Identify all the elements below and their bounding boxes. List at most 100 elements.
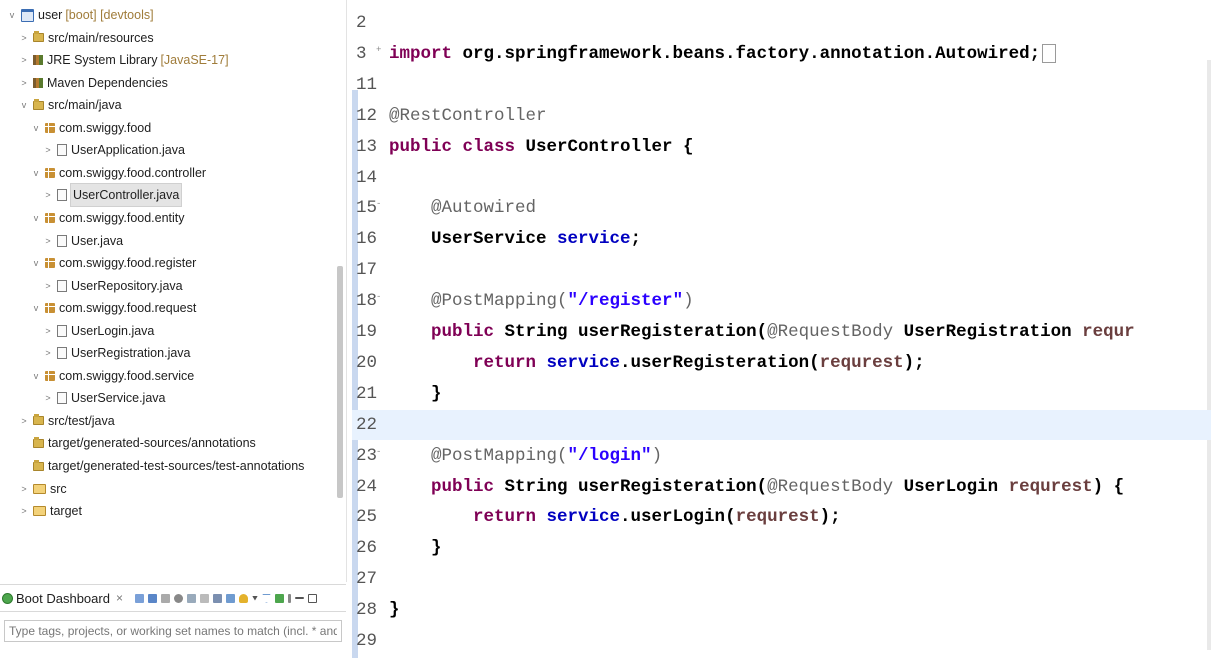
code-line[interactable]: 17	[352, 255, 1211, 285]
window-icon[interactable]	[225, 593, 235, 603]
line-number-text: 17	[356, 260, 378, 281]
chevron-right-icon[interactable]: >	[18, 27, 30, 49]
code-line[interactable]: 18- @PostMapping("/register")	[352, 286, 1211, 316]
code-line[interactable]: 11	[352, 70, 1211, 100]
chevron-right-icon[interactable]: >	[42, 342, 54, 364]
chevron-down-icon[interactable]: v	[6, 4, 18, 26]
folded-code-marker[interactable]	[1042, 43, 1057, 63]
chevron-down-icon[interactable]: v	[30, 365, 42, 387]
tree-item[interactable]: > UserService.java	[42, 387, 165, 409]
tree-item[interactable]: > JRE System Library [JavaSE-17]	[18, 49, 228, 71]
collapse-fold-icon[interactable]: -	[376, 437, 381, 467]
console-icon[interactable]	[199, 593, 209, 603]
chevron-down-icon[interactable]: v	[30, 252, 42, 274]
edit-icon[interactable]	[212, 593, 222, 603]
minimize-icon[interactable]	[294, 597, 304, 599]
collapse-fold-icon[interactable]: -	[376, 282, 381, 312]
code-token: requrest	[819, 352, 904, 373]
lightbulb-icon[interactable]	[238, 593, 248, 603]
tree-item[interactable]: > Maven Dependencies	[18, 72, 168, 94]
code-line[interactable]: 3 + import org.springframework.beans.facto…	[352, 39, 1211, 69]
chevron-right-icon[interactable]: >	[18, 49, 30, 71]
chevron-down-icon[interactable]: v	[30, 117, 42, 139]
chevron-down-icon[interactable]: v	[30, 162, 42, 184]
start-icon[interactable]	[134, 593, 144, 603]
line-number: 21	[352, 379, 389, 409]
code-token: )	[683, 291, 694, 312]
code-line[interactable]: 23- @PostMapping("/login")	[352, 441, 1211, 471]
chevron-right-icon[interactable]: >	[42, 184, 54, 206]
collapse-fold-icon[interactable]: -	[376, 189, 381, 219]
code-line[interactable]: 25 return service.userLogin(requrest);	[352, 502, 1211, 532]
code-line[interactable]: 12 @RestController	[352, 101, 1211, 131]
code-line[interactable]: 26 }	[352, 533, 1211, 563]
tree-item[interactable]: target/generated-sources/annotations	[18, 432, 256, 454]
tree-item[interactable]: v com.swiggy.food.service	[30, 365, 195, 387]
chevron-right-icon[interactable]: >	[42, 139, 54, 161]
code-line[interactable]: 15- @Autowired	[352, 193, 1211, 223]
tree-item[interactable]: v com.swiggy.food	[30, 117, 151, 139]
tree-item[interactable]: > UserApplication.java	[42, 139, 185, 161]
code-line[interactable]: 14	[352, 163, 1211, 193]
tree-item[interactable]: v com.swiggy.food.entity	[30, 207, 185, 229]
boot-dashboard-filter-input[interactable]	[4, 620, 342, 642]
code-line[interactable]: 21 }	[352, 379, 1211, 409]
code-line[interactable]: 29	[352, 626, 1211, 656]
code-line[interactable]: 27	[352, 564, 1211, 594]
chevron-right-icon[interactable]: >	[42, 387, 54, 409]
chevron-right-icon[interactable]: >	[42, 320, 54, 342]
tree-item[interactable]: target/generated-test-sources/test-annot…	[18, 455, 304, 477]
tree-item[interactable]: > UserRepository.java	[42, 275, 182, 297]
chevron-right-icon[interactable]: >	[18, 72, 30, 94]
tree-item[interactable]: > UserController.java	[42, 183, 183, 208]
line-number: 17	[352, 255, 389, 285]
chevron-right-icon[interactable]: >	[18, 500, 30, 522]
explorer-scrollbar-thumb[interactable]	[337, 266, 343, 498]
tree-item[interactable]: v src/main/java	[18, 94, 122, 116]
code-line[interactable]: 24 public String userRegisteration(@Requ…	[352, 472, 1211, 502]
open-browser-icon[interactable]	[186, 593, 196, 603]
code-line[interactable]: 13 public class UserController {	[352, 132, 1211, 162]
tree-item[interactable]: > UserLogin.java	[42, 320, 154, 342]
tree-item[interactable]: v com.swiggy.food.controller	[30, 162, 206, 184]
code-token: ;	[630, 229, 642, 250]
tree-item[interactable]: > target	[18, 500, 82, 522]
code-token: "/register"	[567, 291, 684, 312]
chevron-down-icon[interactable]: v	[30, 207, 42, 229]
filter-icon[interactable]	[261, 593, 271, 603]
view-menu-icon[interactable]	[287, 593, 291, 603]
tree-item[interactable]: > User.java	[42, 230, 123, 252]
code-line[interactable]: 28}	[352, 595, 1211, 625]
tree-item[interactable]: > UserRegistration.java	[42, 342, 190, 364]
line-number-text: 23	[356, 445, 378, 466]
chevron-right-icon[interactable]: >	[42, 230, 54, 252]
collapse-all-icon[interactable]	[274, 593, 284, 603]
chevron-down-icon[interactable]: v	[30, 297, 42, 319]
tree-item[interactable]: v com.swiggy.food.request	[30, 297, 197, 319]
tree-item[interactable]: > src	[18, 478, 66, 500]
tree-item[interactable]: > src/main/resources	[18, 27, 153, 49]
chevron-right-icon[interactable]: >	[18, 410, 30, 432]
stop-icon[interactable]	[160, 593, 170, 603]
code-editor[interactable]: 2 3 + import org.springframework.beans.fact…	[352, 0, 1211, 658]
code-line[interactable]: 20 return service.userRegisteration(requ…	[352, 348, 1211, 378]
debug-icon[interactable]	[147, 593, 157, 603]
chevron-right-icon[interactable]: >	[18, 478, 30, 500]
chevron-down-icon[interactable]: v	[18, 94, 30, 116]
code-token: );	[903, 352, 925, 373]
refresh-icon[interactable]	[173, 593, 183, 603]
expand-fold-icon[interactable]: +	[376, 35, 381, 65]
boot-dashboard-tab[interactable]: Boot Dashboard ×	[0, 591, 123, 606]
tree-item[interactable]: > src/test/java	[18, 410, 114, 432]
maximize-icon[interactable]	[307, 593, 317, 603]
code-line[interactable]: 2	[352, 8, 1211, 38]
code-line[interactable]: 22	[352, 409, 1211, 440]
chevron-down-icon[interactable]	[251, 595, 258, 601]
code-line[interactable]: 16 UserService service;	[352, 224, 1211, 254]
chevron-right-icon[interactable]: >	[42, 275, 54, 297]
code-line[interactable]: 19 public String userRegisteration(@Requ…	[352, 317, 1211, 347]
tree-item[interactable]: v user [boot] [devtools]	[6, 4, 154, 26]
tree-item[interactable]: v com.swiggy.food.register	[30, 252, 197, 274]
close-icon[interactable]: ×	[116, 591, 123, 605]
code-token: org.springframework.beans.factory.annota…	[462, 43, 1041, 64]
